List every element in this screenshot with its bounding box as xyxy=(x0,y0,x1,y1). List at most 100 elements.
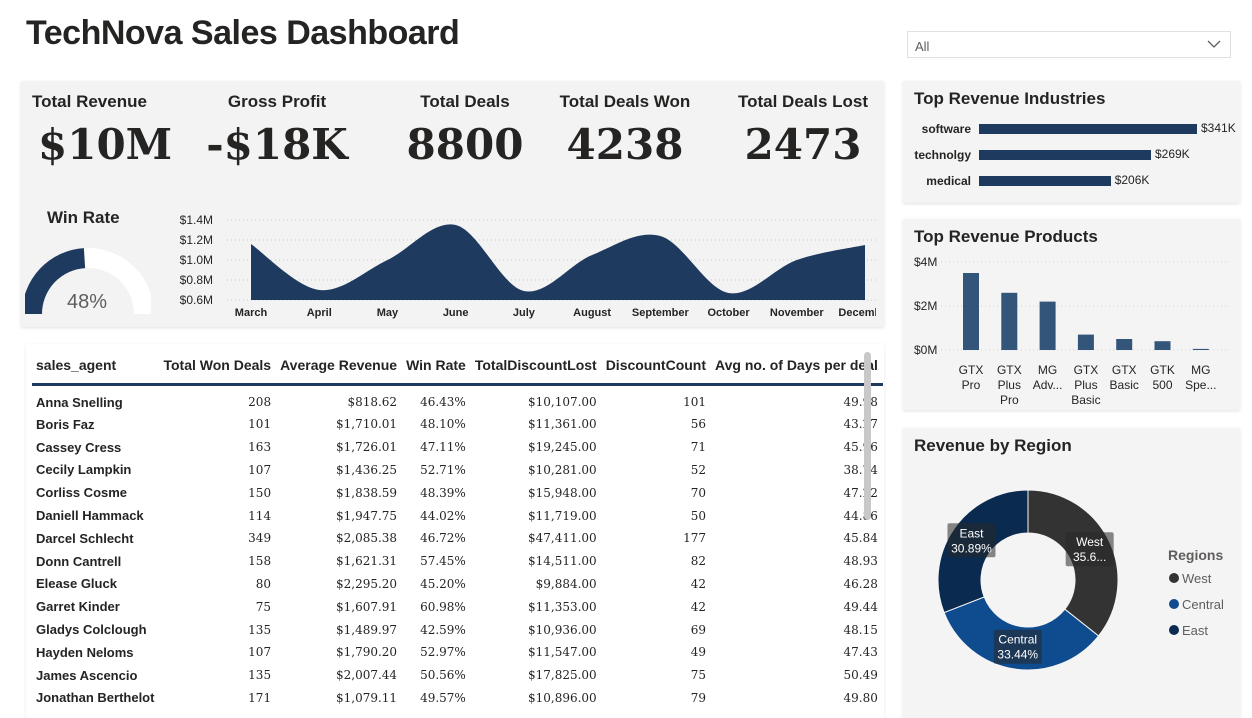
x-tick-label: Adv... xyxy=(1033,378,1063,392)
table-cell: Garret Kinder xyxy=(32,595,160,619)
y-tick-label: $2M xyxy=(914,299,937,313)
table-cell: 135 xyxy=(158,618,277,641)
table-cell: 56 xyxy=(601,413,712,436)
x-tick-label: August xyxy=(573,307,611,319)
column-header[interactable]: TotalDiscountLost xyxy=(470,348,602,386)
chevron-down-icon[interactable] xyxy=(1207,37,1221,51)
table-row[interactable]: Jonathan Berthelot 171 $1,079.11 49.57% $10,… xyxy=(32,686,883,710)
table-row[interactable]: James Ascencio 135 $2,007.44 50.56% $17,825.… xyxy=(32,663,883,687)
table-cell: 79 xyxy=(601,686,712,710)
kpi-value: 4238 xyxy=(566,120,684,169)
table-cell: $10,107.00 xyxy=(470,384,602,413)
product-bar[interactable] xyxy=(1039,301,1056,350)
x-tick-label: MG xyxy=(1038,363,1057,377)
table-cell: 177 xyxy=(601,526,712,550)
table-row[interactable]: Corliss Cosme 150 $1,838.59 48.39% $15,948.0… xyxy=(32,481,883,505)
table-cell: 52 xyxy=(601,458,712,482)
table-row[interactable]: Donn Cantrell 158 $1,621.31 57.45% $14,511.0… xyxy=(32,549,883,573)
table-cell: 50.56% xyxy=(401,663,471,687)
product-bar[interactable] xyxy=(1116,339,1133,350)
table-cell: $1,489.97 xyxy=(275,618,403,641)
table-cell: $1,710.01 xyxy=(275,413,403,436)
table-cell: $11,719.00 xyxy=(470,504,602,527)
legend-label: East xyxy=(1182,623,1208,638)
table-row[interactable]: Boris Faz 101 $1,710.01 48.10% $11,361.00 56 4… xyxy=(32,413,883,436)
slice-percent-label: 33.44% xyxy=(997,648,1038,662)
table-cell: 57.45% xyxy=(401,549,471,573)
x-tick-label: GTX xyxy=(959,363,984,377)
legend-item[interactable]: East xyxy=(1169,623,1208,638)
legend-label: West xyxy=(1182,571,1212,586)
product-bar[interactable] xyxy=(1154,341,1171,350)
column-header[interactable]: Avg no. of Days per deal xyxy=(710,348,883,386)
table-cell: $9,884.00 xyxy=(470,572,602,596)
donut-data-label: West35.6... xyxy=(1065,532,1114,567)
table-cell: $1,079.11 xyxy=(275,686,403,710)
table-cell: 49.80 xyxy=(710,686,883,710)
product-bar[interactable] xyxy=(1192,348,1209,350)
x-tick-label: December xyxy=(838,307,876,319)
table-row[interactable]: Hayden Neloms 107 $1,790.20 52.97% $11,547.0… xyxy=(32,640,883,664)
table-cell: Gladys Colclough xyxy=(32,618,160,641)
table-cell: 42 xyxy=(601,595,712,619)
industry-bar[interactable] xyxy=(979,150,1151,160)
table-row[interactable]: Cassey Cress 163 $1,726.01 47.11% $19,245.00… xyxy=(32,435,883,459)
table-row[interactable]: Garret Kinder 75 $1,607.91 60.98% $11,353.00… xyxy=(32,595,883,619)
y-tick-label: $1.4M xyxy=(180,213,213,227)
table-cell: 49.44 xyxy=(710,595,883,619)
table-cell: 47.43 xyxy=(710,640,883,664)
industry-value-label: $341K xyxy=(1201,121,1236,135)
column-header[interactable]: Win Rate xyxy=(401,348,471,386)
column-header[interactable]: Total Won Deals xyxy=(158,348,277,386)
x-tick-label: 500 xyxy=(1152,378,1172,392)
table-row[interactable]: Daniell Hammack 114 $1,947.75 44.02% $11,719… xyxy=(32,504,883,527)
table-cell: 48.10% xyxy=(401,413,471,436)
slice-percent-label: 35.6... xyxy=(1073,550,1106,564)
industry-bar[interactable] xyxy=(979,124,1197,134)
table-cell: 47.22 xyxy=(710,481,883,505)
table-cell: 80 xyxy=(158,572,277,596)
product-bar[interactable] xyxy=(1001,292,1018,350)
table-row[interactable]: Gladys Colclough 135 $1,489.97 42.59% $10,93… xyxy=(32,618,883,641)
filter-dropdown[interactable]: All xyxy=(907,31,1231,58)
filter-dropdown-value: All xyxy=(915,39,930,54)
x-tick-label: Basic xyxy=(1110,378,1139,392)
product-bar[interactable] xyxy=(963,273,979,350)
product-bar[interactable] xyxy=(1077,334,1094,350)
donut-data-label: Central33.44% xyxy=(993,629,1042,664)
table-cell: Daniell Hammack xyxy=(32,504,160,527)
table-scrollbar[interactable] xyxy=(864,352,871,520)
table-cell: 50 xyxy=(601,504,712,527)
legend-marker xyxy=(1169,573,1179,583)
table-cell: 45.84 xyxy=(710,526,883,550)
table-cell: 114 xyxy=(158,504,277,527)
legend-item[interactable]: Central xyxy=(1169,597,1224,612)
y-tick-label: $1.2M xyxy=(180,233,213,247)
column-header[interactable]: DiscountCount xyxy=(601,348,712,386)
table-cell: Cecily Lampkin xyxy=(32,458,160,482)
top-revenue-industries-panel: Top Revenue Industries software $341K tech… xyxy=(903,81,1240,203)
table-cell: 48.39% xyxy=(401,481,471,505)
kpi-card-total-deals-won: Total Deals Won 4238 xyxy=(555,85,695,189)
table-row[interactable]: Cecily Lampkin 107 $1,436.25 52.71% $10,281.… xyxy=(32,458,883,482)
x-tick-label: April xyxy=(307,307,332,319)
table-cell: $11,353.00 xyxy=(470,595,602,619)
industry-label: technolgy xyxy=(914,148,971,162)
column-header[interactable]: Average Revenue xyxy=(275,348,403,386)
x-tick-label: MG xyxy=(1191,363,1210,377)
kpi-label: Total Revenue xyxy=(32,92,147,111)
table-row[interactable]: Anna Snelling 208 $818.62 46.43% $10,107.00 1… xyxy=(32,384,883,413)
table-row[interactable]: Elease Gluck 80 $2,295.20 45.20% $9,884.00 42… xyxy=(32,572,883,596)
table-cell: 42.59% xyxy=(401,618,471,641)
x-tick-label: Basic xyxy=(1071,393,1100,407)
x-tick-label: Pro xyxy=(1000,393,1019,407)
column-header[interactable]: sales_agent xyxy=(32,348,160,386)
table-cell: $1,790.20 xyxy=(275,640,403,664)
kpi-card-total-deals: Total Deals 8800 xyxy=(377,85,553,189)
table-cell: 135 xyxy=(158,663,277,687)
legend-item[interactable]: West xyxy=(1169,571,1212,586)
x-tick-label: July xyxy=(513,307,536,319)
table-row[interactable]: Darcel Schlecht 349 $2,085.38 46.72% $47,411… xyxy=(32,526,883,550)
industry-bar[interactable] xyxy=(979,176,1111,186)
table-cell: $1,726.01 xyxy=(275,435,403,459)
